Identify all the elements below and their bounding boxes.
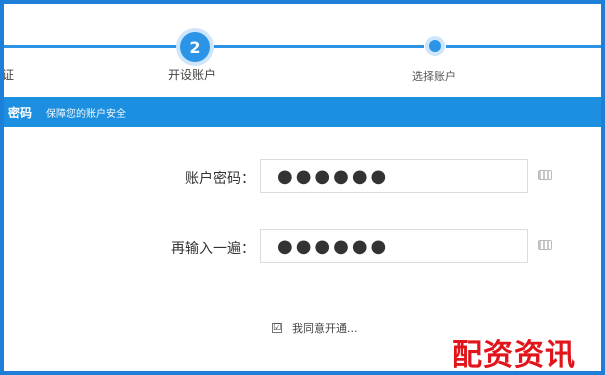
account-password-row: 账户密码： ●●●●●● [0,159,605,195]
section-title: 密码 [8,105,33,120]
step-3-indicator [429,40,441,52]
step-1-label: 证 [2,68,15,82]
step-2-label: 开设账户 [168,68,217,82]
progress-line [0,45,178,48]
watermark-text: 配资资讯 [452,338,576,373]
keyboard-icon[interactable] [538,240,552,250]
agreement-text[interactable]: 我同意开通... [292,320,358,336]
agreement-checkbox[interactable]: ☑ [272,323,282,333]
confirm-password-label: 再输入一遍： [171,241,255,257]
progress-line [214,45,424,48]
section-banner: 密码 保障您的账户安全 [4,97,601,127]
section-subtitle: 保障您的账户安全 [46,108,127,120]
keyboard-icon[interactable] [538,170,552,180]
account-password-input[interactable]: ●●●●●● [260,159,528,193]
progress-steps: 2 证 开设账户 选择账户 [0,0,605,92]
progress-line [446,45,605,48]
confirm-password-input[interactable]: ●●●●●● [260,229,528,263]
step-2-indicator: 2 [180,32,210,62]
step-3-label: 选择账户 [412,70,456,83]
confirm-password-row: 再输入一遍： ●●●●●● [0,229,605,265]
agreement-row: ☑ 我同意开通... [272,320,358,336]
account-password-label: 账户密码： [185,171,255,187]
